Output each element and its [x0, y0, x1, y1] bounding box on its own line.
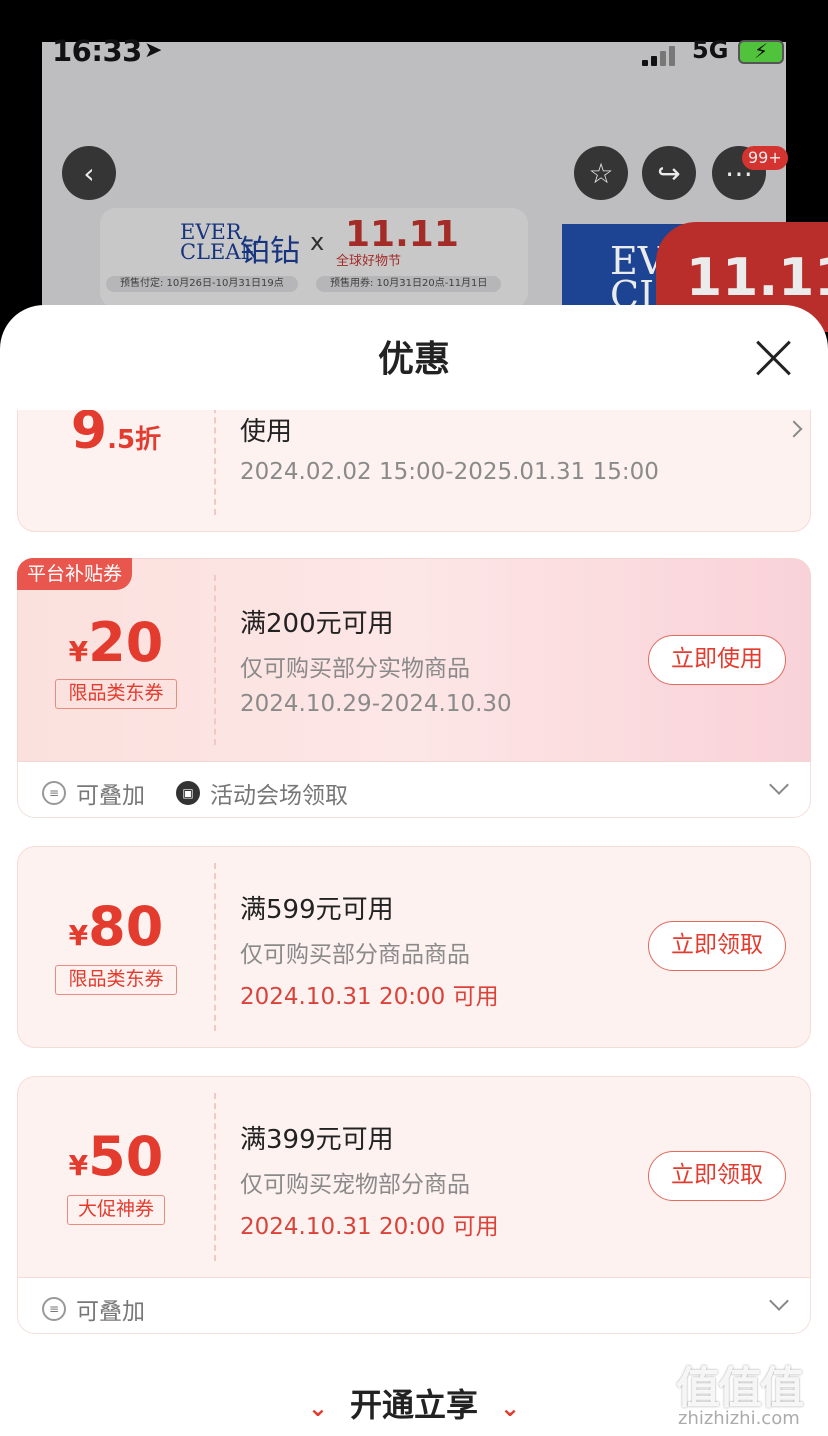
coupon-date: 2024.10.29-2024.10.30 — [240, 691, 512, 717]
coupon-footer[interactable]: ≡ 可叠加 ▣ 活动会场领取 — [17, 762, 811, 818]
chevron-down-icon: ⌄ — [307, 1394, 328, 1422]
chevron-down-icon: ⌄ — [500, 1394, 521, 1422]
status-time: 16:33 — [52, 34, 142, 68]
coupon-type-tag: 大促神券 — [67, 1195, 165, 1225]
coupon-amount: ¥50 — [68, 1125, 164, 1188]
coupon-date: 2024.10.31 20:00 可用 — [240, 984, 499, 1010]
coupon-title: 满599元可用 — [240, 895, 394, 925]
use-now-button[interactable]: 立即使用 — [648, 635, 786, 685]
claim-now-button[interactable]: 立即领取 — [648, 1151, 786, 1201]
coupon-divider — [214, 575, 216, 745]
coupon-desc: 仅可购买部分实物商品 — [240, 656, 470, 682]
coupon-desc: 仅可购买部分商品商品 — [240, 942, 470, 968]
platform-coupon[interactable]: ¥20 限品类东券 满200元可用 仅可购买部分实物商品 2024.10.29-… — [17, 558, 811, 762]
category-coupon[interactable]: ¥80 限品类东券 满599元可用 仅可购买部分商品商品 2024.10.31 … — [17, 846, 811, 1048]
coupon-footer[interactable]: ≡ 可叠加 — [17, 1278, 811, 1334]
close-icon[interactable] — [754, 338, 794, 378]
stack-icon: ≡ — [42, 781, 66, 805]
chevron-down-icon[interactable] — [769, 1291, 789, 1311]
battery-icon: ⚡ — [738, 39, 784, 64]
coupon-title: 满200元可用 — [240, 609, 394, 639]
coupon-desc: 仅可购买宠物部分商品 — [240, 1172, 470, 1198]
watermark-url: zhizhizhi.com — [678, 1408, 800, 1429]
coupon-date: 2024.10.31 20:00 可用 — [240, 1214, 499, 1240]
signal-icon — [642, 44, 678, 66]
claim-now-button[interactable]: 立即领取 — [648, 921, 786, 971]
discount-coupon[interactable]: 9.5折 使用 2024.02.02 15:00-2025.01.31 15:0… — [17, 410, 811, 532]
coupon-title: 使用 — [240, 417, 293, 447]
coupon-date: 2024.02.02 15:00-2025.01.31 15:00 — [240, 459, 659, 485]
coupon-divider — [214, 863, 216, 1031]
coupon-divider — [214, 1093, 216, 1261]
sheet-title: 优惠 — [377, 339, 450, 380]
discount-amount: 9.5折 — [70, 410, 162, 461]
status-bar: 16:33 ➤ 5G ⚡ — [52, 34, 787, 72]
network-type: 5G — [692, 36, 729, 64]
watermark-logo: 值值值 — [676, 1363, 804, 1414]
chevron-down-icon[interactable] — [769, 775, 789, 795]
coupon-divider — [214, 410, 216, 515]
coupon-list[interactable]: 9.5折 使用 2024.02.02 15:00-2025.01.31 15:0… — [0, 410, 828, 1436]
promo-coupon[interactable]: ¥50 大促神券 满399元可用 仅可购买宠物部分商品 2024.10.31 2… — [17, 1076, 811, 1278]
location-arrow-icon: ➤ — [144, 38, 163, 63]
stackable-label: ≡ 可叠加 — [42, 1292, 145, 1326]
coupon-type-tag: 限品类东券 — [55, 965, 177, 995]
stackable-label: ≡ 可叠加 — [42, 776, 145, 810]
activate-label: 开通立享 — [349, 1386, 478, 1424]
ticket-icon: ▣ — [176, 781, 200, 805]
coupon-amount: ¥80 — [68, 895, 164, 958]
chevron-right-icon[interactable] — [785, 420, 803, 438]
coupon-amount: ¥20 — [68, 611, 164, 674]
stack-icon: ≡ — [42, 1297, 66, 1321]
coupon-title: 满399元可用 — [240, 1125, 394, 1155]
coupon-type-tag: 限品类东券 — [55, 679, 177, 709]
platform-subsidy-tag: 平台补贴券 — [17, 558, 133, 590]
venue-claim-label: ▣ 活动会场领取 — [176, 776, 348, 810]
